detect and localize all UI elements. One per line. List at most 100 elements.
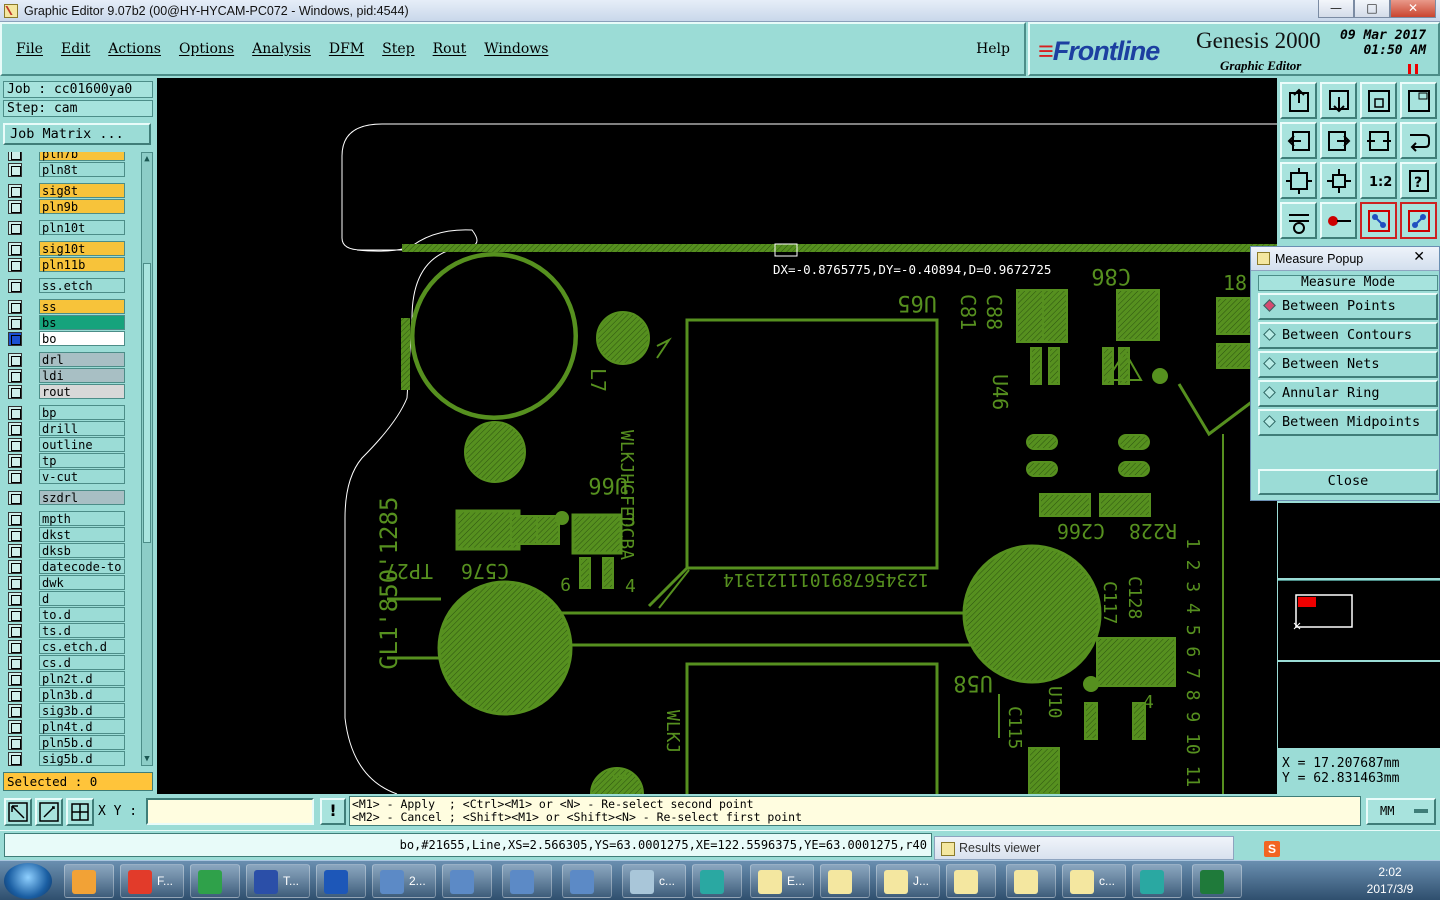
layer-checkbox[interactable]: [8, 152, 22, 161]
layer-checkbox[interactable]: [8, 200, 22, 214]
taskbar-item[interactable]: E...: [750, 864, 814, 898]
layer-name[interactable]: dkst: [39, 527, 125, 542]
layer-checkbox[interactable]: [8, 528, 22, 542]
layer-name[interactable]: pln5b.d: [39, 735, 125, 750]
layer-row-v-cut[interactable]: v-cut: [3, 469, 141, 485]
layer-checkbox[interactable]: [8, 512, 22, 526]
taskbar-item[interactable]: [692, 864, 742, 898]
layer-row-dkst[interactable]: dkst: [3, 527, 141, 543]
layer-row-dksb[interactable]: dksb: [3, 543, 141, 559]
taskbar-item[interactable]: [820, 864, 870, 898]
zoom-down-button[interactable]: [1320, 82, 1357, 119]
layer-name[interactable]: sig10t: [39, 241, 125, 256]
layer-checkbox[interactable]: [8, 163, 22, 177]
taskbar-item[interactable]: [1006, 864, 1056, 898]
layer-row-dwk[interactable]: dwk: [3, 575, 141, 591]
layer-checkbox[interactable]: [8, 560, 22, 574]
layer-checkbox[interactable]: [8, 258, 22, 272]
layer-row-sig10t[interactable]: sig10t: [3, 241, 141, 257]
layer-checkbox[interactable]: [8, 672, 22, 686]
layer-name[interactable]: pln2t.d: [39, 671, 125, 686]
maximize-button[interactable]: □: [1354, 0, 1390, 18]
layer-checkbox[interactable]: [8, 300, 22, 314]
layer-name[interactable]: ts.d: [39, 623, 125, 638]
layer-checkbox[interactable]: [8, 454, 22, 468]
layer-checkbox[interactable]: [8, 369, 22, 383]
popup-close-button[interactable]: Close: [1258, 469, 1438, 495]
graphic-canvas[interactable]: U65 U66 U58 C86 C576 TP27 C266 R228 1234…: [157, 78, 1277, 794]
layer-name[interactable]: datecode-to: [39, 559, 125, 574]
net-select-button[interactable]: [1400, 202, 1437, 239]
layer-checkbox[interactable]: [8, 640, 22, 654]
layer-row-sig8t[interactable]: sig8t: [3, 183, 141, 199]
layer-name[interactable]: sig5b.d: [39, 751, 125, 766]
layer-row-pln3b.d[interactable]: pln3b.d: [3, 687, 141, 703]
layer-name[interactable]: drl: [39, 352, 125, 367]
layer-row-szdrl[interactable]: szdrl: [3, 490, 141, 506]
taskbar-item[interactable]: 2...: [372, 864, 436, 898]
option-between-points[interactable]: Between Points: [1258, 293, 1438, 320]
layer-row-pln10t[interactable]: pln10t: [3, 220, 141, 236]
layer-name[interactable]: to.d: [39, 607, 125, 622]
taskbar-item[interactable]: c...: [1062, 864, 1126, 898]
zoom-in-button[interactable]: [1280, 162, 1317, 199]
layer-checkbox[interactable]: [8, 704, 22, 718]
layer-row-outline[interactable]: outline: [3, 437, 141, 453]
layer-row-ss[interactable]: ss: [3, 299, 141, 315]
xy-input[interactable]: [146, 798, 314, 825]
layer-name[interactable]: cs.d: [39, 655, 125, 670]
pan-right-button[interactable]: [1320, 122, 1357, 159]
layer-name[interactable]: dksb: [39, 543, 125, 558]
layer-checkbox[interactable]: [8, 720, 22, 734]
layer-row-ss.etch[interactable]: ss.etch: [3, 278, 141, 294]
layer-name[interactable]: bo: [39, 331, 125, 346]
popup-close-icon[interactable]: ✕: [1413, 249, 1425, 265]
layer-checkbox[interactable]: [8, 491, 22, 505]
option-between-midpoints[interactable]: Between Midpoints: [1258, 409, 1438, 436]
option-annular-ring[interactable]: Annular Ring: [1258, 380, 1438, 407]
taskbar-item[interactable]: F...: [120, 864, 184, 898]
taskbar-item[interactable]: [502, 864, 552, 898]
draw-mode-button[interactable]: [35, 798, 63, 826]
layer-name[interactable]: v-cut: [39, 469, 125, 484]
taskbar-item[interactable]: c...: [622, 864, 686, 898]
layer-row-d[interactable]: d: [3, 591, 141, 607]
layer-row-sig5b.d[interactable]: sig5b.d: [3, 751, 141, 766]
taskbar-item[interactable]: [1192, 864, 1242, 898]
layer-row-drill[interactable]: drill: [3, 421, 141, 437]
layer-row-bo[interactable]: bo: [3, 331, 141, 347]
layer-row-ts.d[interactable]: ts.d: [3, 623, 141, 639]
menu-dfm[interactable]: DFM: [329, 41, 364, 57]
pan-left-button[interactable]: [1280, 122, 1317, 159]
layer-checkbox[interactable]: [8, 316, 22, 330]
layer-checkbox[interactable]: [8, 688, 22, 702]
layer-row-pln8t[interactable]: pln8t: [3, 162, 141, 178]
layer-checkbox[interactable]: [8, 332, 22, 346]
taskbar-item[interactable]: J...: [876, 864, 940, 898]
layer-row-pln4t.d[interactable]: pln4t.d: [3, 719, 141, 735]
menu-edit[interactable]: Edit: [61, 41, 90, 57]
taskbar-item[interactable]: T...: [246, 864, 310, 898]
layer-name[interactable]: sig3b.d: [39, 703, 125, 718]
layer-checkbox[interactable]: [8, 242, 22, 256]
menu-options[interactable]: Options: [179, 41, 234, 57]
layer-row-cs.d[interactable]: cs.d: [3, 655, 141, 671]
layer-name[interactable]: tp: [39, 453, 125, 468]
layer-name[interactable]: pln4t.d: [39, 719, 125, 734]
layer-checkbox[interactable]: [8, 279, 22, 293]
warning-button[interactable]: !: [320, 798, 346, 825]
layer-checkbox[interactable]: [8, 608, 22, 622]
layer-checkbox[interactable]: [8, 406, 22, 420]
pause-icon[interactable]: [1408, 64, 1418, 74]
layer-checkbox[interactable]: [8, 576, 22, 590]
measure-popup-titlebar[interactable]: Measure Popup ✕: [1251, 247, 1439, 271]
layer-name[interactable]: bs: [39, 315, 125, 330]
layer-row-bs[interactable]: bs: [3, 315, 141, 331]
layer-checkbox[interactable]: [8, 656, 22, 670]
layer-row-pln2t.d[interactable]: pln2t.d: [3, 671, 141, 687]
scroll-up-icon[interactable]: ▲: [142, 153, 152, 165]
job-matrix-button[interactable]: Job Matrix ...: [3, 123, 151, 145]
pan-center-button[interactable]: [1360, 122, 1397, 159]
layer-checkbox[interactable]: [8, 592, 22, 606]
layer-name[interactable]: ldi: [39, 368, 125, 383]
